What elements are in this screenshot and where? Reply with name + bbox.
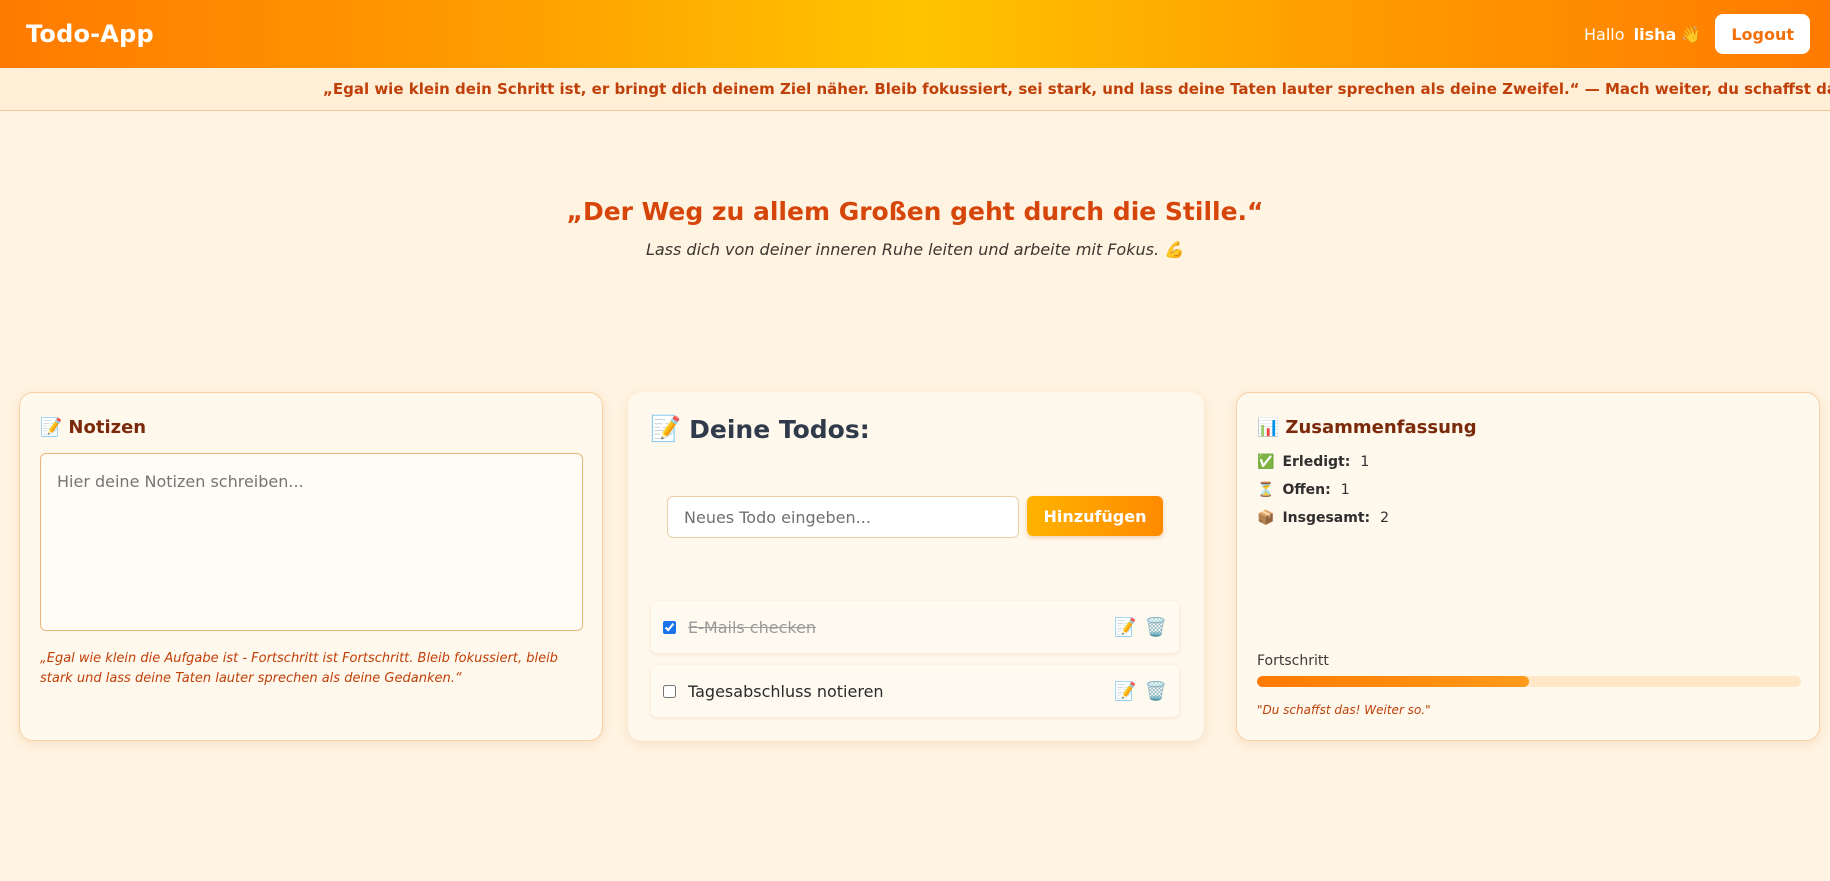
hero-section: „Der Weg zu allem Großen geht durch die … — [0, 197, 1830, 259]
greeting-text: Hallo — [1584, 24, 1625, 44]
notes-quote: „Egal wie klein die Aufgabe ist - Fortsc… — [40, 651, 558, 686]
todo-text[interactable]: E-Mails checken — [688, 618, 1114, 637]
notes-card: 📝 Notizen „Egal wie klein die Aufgabe is… — [19, 392, 603, 741]
ticker-text: „Egal wie klein dein Schritt ist, er bri… — [323, 80, 1830, 98]
progress-quote: "Du schaffst das! Weiter so." — [1257, 703, 1431, 717]
logout-button[interactable]: Logout — [1715, 14, 1810, 54]
todo-list: E-Mails checken 📝 🗑️ Tagesabschluss noti… — [651, 601, 1179, 729]
top-navbar: Todo-App Hallo lisha 👋 Logout — [0, 0, 1830, 68]
app-brand[interactable]: Todo-App — [26, 20, 154, 48]
add-todo-button[interactable]: Hinzufügen — [1027, 496, 1163, 536]
motivation-ticker: „Egal wie klein dein Schritt ist, er bri… — [0, 68, 1830, 111]
stat-done: ✅ Erledigt: 1 — [1257, 453, 1389, 471]
todo-actions: 📝 🗑️ — [1114, 681, 1167, 702]
memo-icon: 📝 — [650, 414, 682, 443]
edit-icon[interactable]: 📝 — [1114, 617, 1136, 638]
todo-item: E-Mails checken 📝 🗑️ — [651, 601, 1179, 653]
summary-title: 📊 Zusammenfassung — [1257, 417, 1477, 438]
notes-textarea[interactable] — [40, 453, 583, 631]
stat-label: Erledigt: — [1282, 454, 1351, 470]
stat-label: Insgesamt: — [1282, 510, 1371, 526]
todo-checkbox[interactable] — [663, 620, 676, 634]
todo-item: Tagesabschluss notieren 📝 🗑️ — [651, 665, 1179, 717]
todo-checkbox[interactable] — [663, 684, 676, 698]
progress-fill — [1257, 676, 1529, 687]
edit-icon[interactable]: 📝 — [1114, 681, 1136, 702]
hero-quote: „Der Weg zu allem Großen geht durch die … — [566, 197, 1264, 226]
stat-value: 1 — [1360, 454, 1370, 470]
summary-card: 📊 Zusammenfassung ✅ Erledigt: 1 ⏳ Offen:… — [1236, 392, 1820, 741]
progress-label: Fortschritt — [1257, 653, 1329, 669]
username: lisha — [1633, 24, 1677, 44]
hourglass-icon: ⏳ — [1257, 482, 1275, 498]
new-todo-input[interactable] — [667, 496, 1019, 538]
progress-bar — [1257, 676, 1801, 687]
todos-title: 📝 Deine Todos: — [650, 414, 870, 444]
wave-icon: 👋 — [1681, 24, 1702, 44]
notes-title: 📝 Notizen — [40, 417, 146, 438]
trash-icon[interactable]: 🗑️ — [1145, 617, 1167, 638]
todos-card: 📝 Deine Todos: Hinzufügen E-Mails checke… — [628, 392, 1204, 741]
stat-label: Offen: — [1282, 482, 1331, 498]
hero-subtitle: Lass dich von deiner inneren Ruhe leiten… — [645, 240, 1185, 259]
stat-value: 2 — [1380, 510, 1390, 526]
todo-actions: 📝 🗑️ — [1114, 617, 1167, 638]
notes-title-text: Notizen — [68, 417, 147, 438]
package-icon: 📦 — [1257, 510, 1275, 526]
user-greeting: Hallo lisha 👋 — [1584, 25, 1701, 44]
summary-stats: ✅ Erledigt: 1 ⏳ Offen: 1 📦 Insgesamt: 2 — [1257, 453, 1389, 537]
user-area: Hallo lisha 👋 Logout — [1584, 14, 1810, 54]
memo-icon: 📝 — [40, 417, 63, 438]
stat-total: 📦 Insgesamt: 2 — [1257, 509, 1389, 527]
summary-title-text: Zusammenfassung — [1285, 417, 1477, 438]
stat-value: 1 — [1340, 482, 1350, 498]
trash-icon[interactable]: 🗑️ — [1145, 681, 1167, 702]
check-mark-icon: ✅ — [1257, 454, 1275, 470]
stat-open: ⏳ Offen: 1 — [1257, 481, 1389, 499]
todos-title-text: Deine Todos: — [689, 414, 870, 444]
todo-text[interactable]: Tagesabschluss notieren — [688, 682, 1114, 701]
bar-chart-icon: 📊 — [1257, 417, 1280, 438]
